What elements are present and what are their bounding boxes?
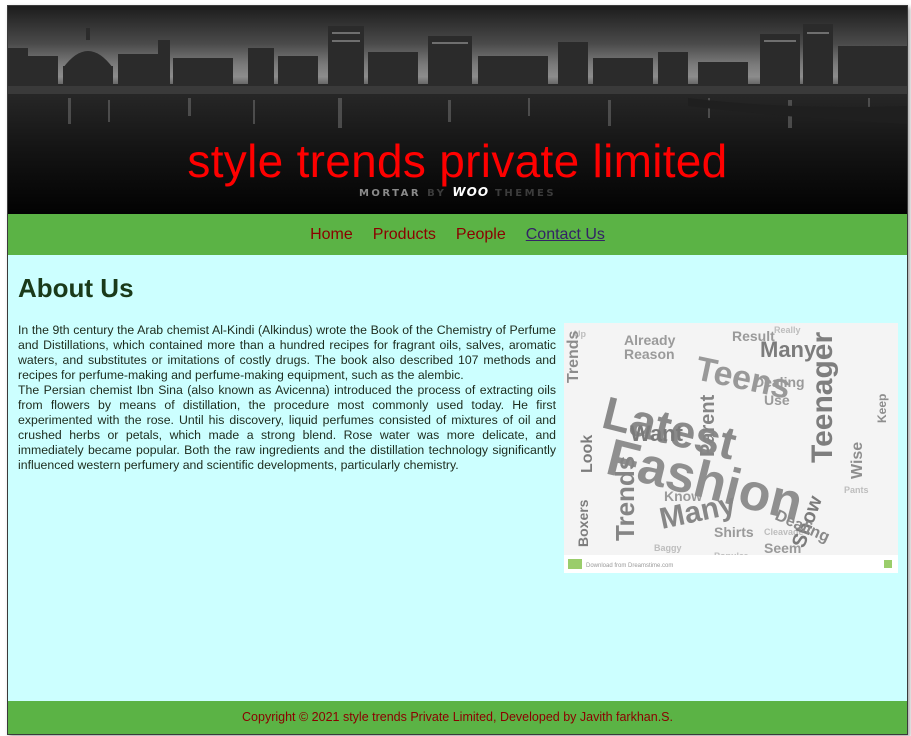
- cloud-word: Trends: [610, 456, 640, 541]
- about-paragraph: The Persian chemist Ibn Sina (also known…: [18, 383, 556, 472]
- theme-credit: MORTAR BY WOO THEMES: [8, 185, 907, 199]
- nav-link-contact-us[interactable]: Contact Us: [526, 214, 605, 255]
- credit-prefix: MORTAR: [358, 188, 422, 199]
- main-content: About Us In the 9th century the Arab che…: [8, 255, 907, 701]
- dreamstime-logo-icon: [568, 559, 582, 569]
- image-source-text: Download from Dreamstime.com: [586, 563, 673, 569]
- nav-link-products[interactable]: Products: [373, 214, 436, 255]
- nav-link-home[interactable]: Home: [310, 214, 353, 255]
- credit-middle: BY: [427, 188, 447, 199]
- main-navigation: Home Products People Contact Us: [8, 214, 907, 255]
- page-title: About Us: [18, 273, 134, 303]
- fashion-word-cloud-image: Up Really Popular Cleavage Pants Baggy A…: [564, 323, 898, 573]
- cloud-word: Trends: [565, 330, 582, 383]
- cloud-word: Boxers: [575, 499, 591, 547]
- cloud-word: Really: [774, 325, 801, 335]
- cloud-word: Reason: [624, 346, 675, 362]
- cloud-word: Keep: [875, 394, 889, 423]
- credit-suffix: THEMES: [495, 188, 557, 199]
- cloud-word: Parent: [697, 394, 719, 457]
- image-corner-icon: [884, 560, 892, 568]
- site-title: style trends private limited: [187, 135, 728, 187]
- woo-logo: WOO: [452, 185, 490, 199]
- nav-link-people[interactable]: People: [456, 214, 506, 255]
- cloud-word: Wise: [849, 442, 866, 479]
- copyright-text: Copyright © 2021 style trends Private Li…: [242, 710, 673, 724]
- cloud-word: Shirts: [714, 524, 754, 540]
- page-frame: style trends private limited MORTAR BY W…: [7, 5, 908, 735]
- site-header: style trends private limited MORTAR BY W…: [8, 6, 907, 214]
- cloud-word: Teenager: [806, 332, 839, 463]
- cloud-word: Look: [579, 435, 596, 473]
- cloud-word: Pants: [844, 485, 869, 495]
- site-footer: Copyright © 2021 style trends Private Li…: [8, 701, 907, 734]
- about-paragraph: In the 9th century the Arab chemist Al-K…: [18, 323, 556, 382]
- about-text: In the 9th century the Arab chemist Al-K…: [18, 323, 556, 473]
- cloud-word: Baggy: [654, 543, 682, 553]
